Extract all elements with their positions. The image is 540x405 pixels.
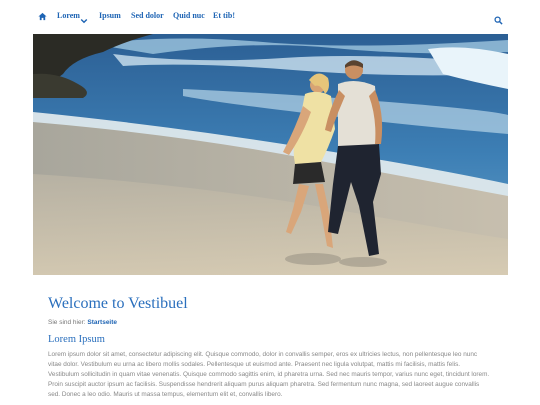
body-paragraph: Lorem ipsum dolor sit amet, consectetur … (48, 351, 490, 398)
section-title: Lorem Ipsum (48, 334, 105, 345)
top-navigation: Lorem Ipsum Sed dolor Quid nuc Et tib! (0, 0, 540, 34)
nav-item-ipsum[interactable]: Ipsum (99, 11, 121, 21)
chevron-down-icon[interactable] (80, 12, 88, 24)
breadcrumb: Sie sind hier: Startseite (48, 318, 117, 327)
search-icon[interactable] (494, 12, 503, 25)
breadcrumb-prefix: Sie sind hier: (48, 319, 86, 326)
breadcrumb-link-startseite[interactable]: Startseite (87, 319, 117, 326)
hero-image (33, 34, 508, 275)
nav-item-lorem[interactable]: Lorem (57, 11, 80, 21)
nav-item-quid-nuc[interactable]: Quid nuc (173, 11, 205, 21)
home-icon[interactable] (37, 11, 47, 21)
page-title: Welcome to Vestibuel (48, 295, 188, 312)
nav-item-et-tib[interactable]: Et tib! (213, 11, 235, 21)
nav-item-sed-dolor[interactable]: Sed dolor (131, 11, 164, 21)
